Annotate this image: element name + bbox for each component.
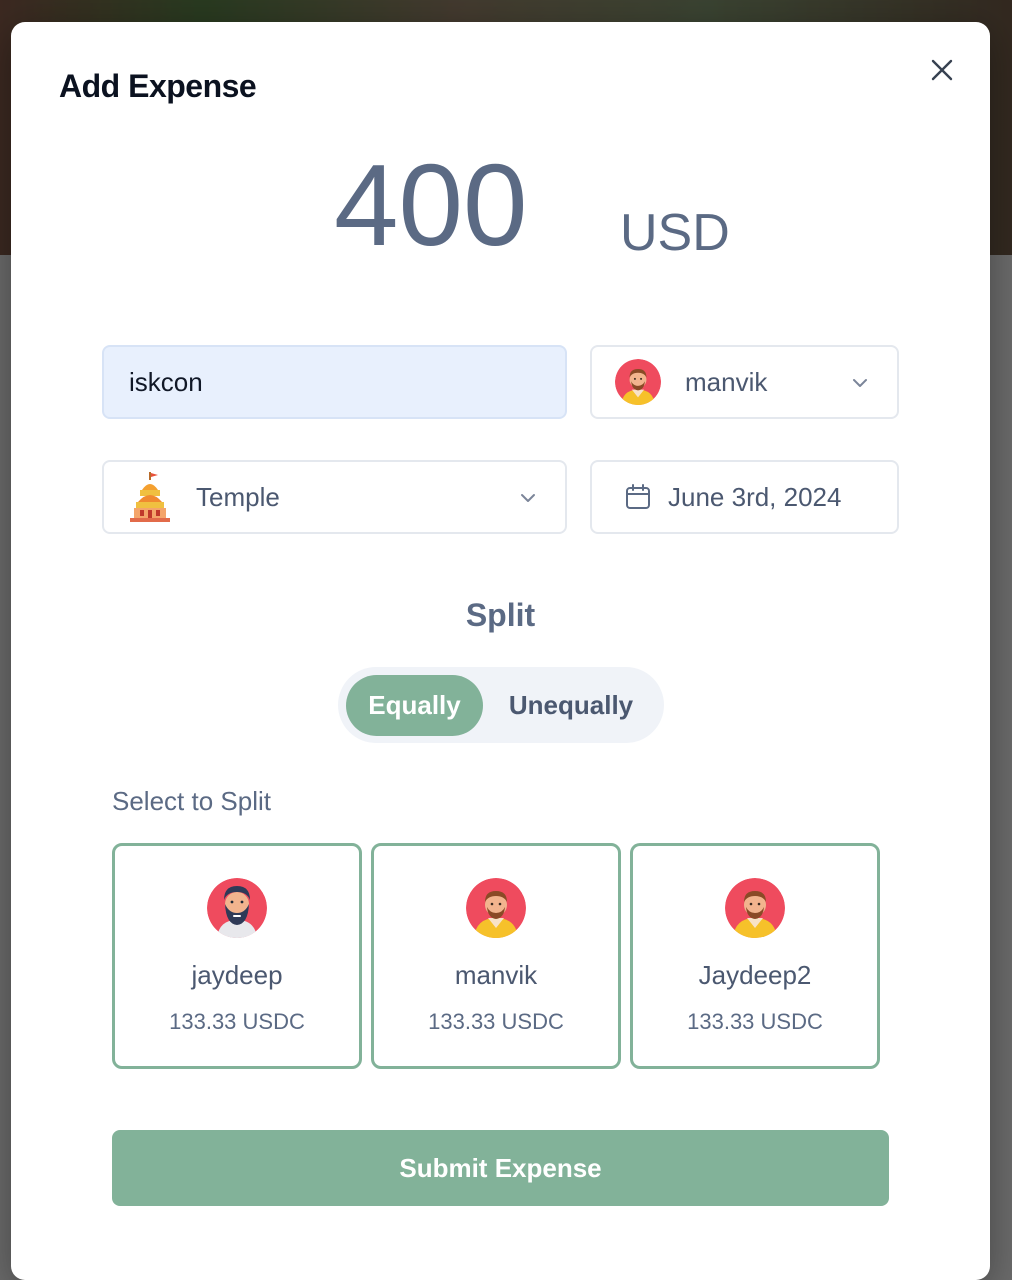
close-button[interactable]	[927, 55, 957, 85]
date-label: June 3rd, 2024	[668, 481, 842, 512]
payer-name: manvik	[685, 366, 768, 397]
bearded-man-yellow-hoodie-avatar-icon	[725, 878, 785, 938]
submit-expense-button[interactable]: Submit Expense	[112, 1130, 889, 1206]
member-card-manvik[interactable]: manvik 133.33 USDC	[371, 843, 621, 1069]
bearded-man-yellow-hoodie-avatar-icon	[615, 359, 661, 405]
calendar-icon	[626, 484, 650, 509]
chevron-down-icon	[853, 379, 867, 387]
split-mode-toggle: Equally Unequally	[338, 667, 664, 743]
member-name: manvik	[454, 960, 538, 990]
date-picker[interactable]: June 3rd, 2024	[590, 460, 899, 534]
add-expense-modal: Add Expense 400 USD manvik	[11, 22, 990, 1280]
member-amount: 133.33 USDC	[428, 1009, 564, 1034]
member-card-jaydeep[interactable]: jaydeep 133.33 USDC	[112, 843, 362, 1069]
avatar	[466, 878, 526, 938]
split-heading: Split	[465, 597, 536, 633]
member-amount: 133.33 USDC	[169, 1009, 305, 1034]
payer-select[interactable]: manvik	[590, 345, 899, 419]
temple-icon	[130, 472, 170, 522]
amount-value[interactable]: 400	[334, 147, 528, 263]
payer-avatar	[615, 359, 661, 405]
member-name: Jaydeep2	[698, 960, 812, 990]
currency-label[interactable]: USD	[620, 207, 730, 259]
member-amount: 133.33 USDC	[687, 1009, 823, 1034]
description-input[interactable]	[127, 365, 531, 399]
split-equally-button[interactable]: Equally	[346, 675, 483, 736]
select-to-split-label: Select to Split	[112, 786, 271, 816]
avatar	[207, 878, 267, 938]
category-label: Temple	[196, 481, 280, 512]
category-select[interactable]: Temple	[102, 460, 567, 534]
avatar	[725, 878, 785, 938]
chevron-down-icon	[521, 494, 535, 502]
description-field[interactable]	[102, 345, 567, 419]
split-unequally-button[interactable]: Unequally	[491, 675, 651, 736]
bearded-man-avatar-icon	[207, 878, 267, 938]
bearded-man-yellow-hoodie-avatar-icon	[466, 878, 526, 938]
modal-title: Add Expense	[59, 68, 257, 104]
member-name: jaydeep	[191, 960, 283, 990]
close-icon	[931, 59, 953, 81]
member-card-jaydeep2[interactable]: Jaydeep2 133.33 USDC	[630, 843, 880, 1069]
